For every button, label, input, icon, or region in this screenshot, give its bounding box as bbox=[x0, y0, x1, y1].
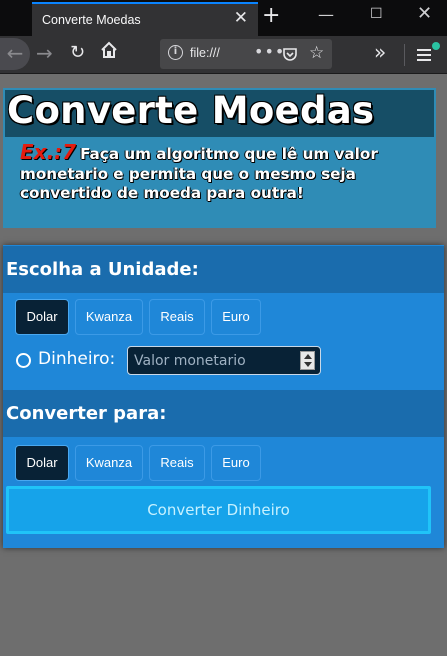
target-euro-button[interactable]: Euro bbox=[211, 445, 261, 481]
source-kwanza-button[interactable]: Kwanza bbox=[75, 299, 143, 335]
window-maximize-icon[interactable]: ☐ bbox=[370, 6, 383, 22]
target-kwanza-button[interactable]: Kwanza bbox=[75, 445, 143, 481]
source-dolar-button[interactable]: Dolar bbox=[15, 299, 69, 335]
info-icon[interactable]: i bbox=[168, 45, 183, 60]
browser-tab-bar: Converte Moedas ✕ + — ☐ ✕ bbox=[0, 0, 447, 36]
browser-nav-bar: ← → ↻ i file:/// ••• ☆ » bbox=[0, 36, 447, 74]
page-title: Converte Moedas bbox=[7, 89, 375, 132]
back-arrow-icon[interactable]: ← bbox=[0, 38, 30, 70]
target-reais-button[interactable]: Reais bbox=[149, 445, 205, 481]
exercise-description: Ex.:7 Faça um algoritmo que lê um valor m… bbox=[20, 140, 428, 204]
title-band: Converte Moedas bbox=[5, 89, 434, 137]
tab-close-icon[interactable]: ✕ bbox=[234, 8, 248, 28]
money-radio[interactable] bbox=[16, 353, 31, 368]
money-input[interactable] bbox=[127, 346, 321, 375]
toolbar-divider bbox=[404, 44, 405, 66]
source-euro-button[interactable]: Euro bbox=[211, 299, 261, 335]
chevrons-right-icon[interactable]: » bbox=[374, 40, 386, 64]
convert-button[interactable]: Converter Dinheiro bbox=[6, 486, 431, 534]
source-heading: Escolha a Unidade: bbox=[6, 259, 199, 280]
money-label: Dinheiro: bbox=[38, 349, 116, 369]
new-tab-icon[interactable]: + bbox=[262, 3, 280, 28]
exercise-label: Ex.:7 bbox=[20, 140, 77, 164]
page-actions-icon[interactable]: ••• bbox=[254, 42, 285, 61]
update-badge bbox=[432, 42, 440, 50]
number-spinner[interactable] bbox=[300, 351, 315, 370]
star-icon[interactable]: ☆ bbox=[309, 43, 324, 63]
hamburger-menu-icon[interactable] bbox=[413, 40, 440, 68]
home-icon[interactable] bbox=[100, 41, 118, 63]
target-dolar-button[interactable]: Dolar bbox=[15, 445, 69, 481]
source-reais-button[interactable]: Reais bbox=[149, 299, 205, 335]
url-bar[interactable]: i file:/// ••• ☆ bbox=[160, 39, 332, 69]
url-text[interactable]: file:/// bbox=[190, 46, 220, 60]
spinner-up-icon[interactable] bbox=[304, 354, 312, 359]
target-section-header: Converter para: bbox=[3, 390, 444, 437]
browser-tab[interactable]: Converte Moedas ✕ bbox=[32, 2, 258, 36]
target-heading: Converter para: bbox=[6, 403, 167, 424]
source-section-header: Escolha a Unidade: bbox=[3, 246, 444, 293]
reload-icon[interactable]: ↻ bbox=[70, 42, 85, 63]
pocket-icon[interactable] bbox=[282, 46, 298, 66]
tab-title: Converte Moedas bbox=[42, 13, 141, 27]
window-close-icon[interactable]: ✕ bbox=[417, 3, 432, 24]
spinner-down-icon[interactable] bbox=[304, 362, 312, 367]
window-minimize-icon[interactable]: — bbox=[318, 5, 334, 24]
header-box: Converte Moedas Ex.:7 Faça um algoritmo q… bbox=[3, 88, 436, 228]
converter-panel: Escolha a Unidade: Dolar Kwanza Reais Eu… bbox=[3, 245, 444, 548]
forward-arrow-icon[interactable]: → bbox=[36, 41, 53, 65]
